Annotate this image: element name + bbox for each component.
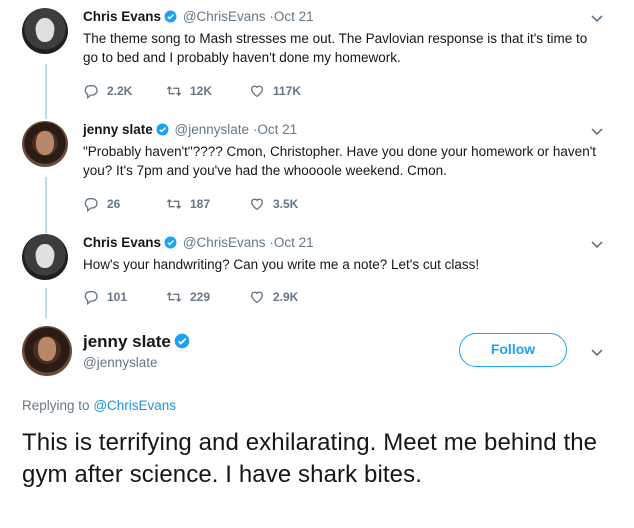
avatar[interactable] [22,8,68,54]
author-name[interactable]: jenny slate [83,332,171,351]
like-icon [250,198,264,211]
verified-badge-icon [164,236,177,249]
like-icon [250,291,264,304]
reply-button[interactable]: 26 [83,196,121,213]
retweet-count: 229 [190,290,211,304]
replying-to: Replying to @ChrisEvans [22,398,176,413]
reply-icon [84,85,98,100]
retweet-count: 187 [190,197,211,211]
retweet-button[interactable]: 187 [166,196,210,212]
main-tweet-text: This is terrifying and exhilarating. Mee… [22,429,598,488]
avatar[interactable] [22,326,72,376]
avatar[interactable] [22,234,68,280]
retweet-button[interactable]: 12K [166,83,212,99]
tweet-text: The theme song to Mash stresses me out. … [83,31,588,65]
retweet-count: 12K [190,84,213,98]
author-name[interactable]: Chris Evans [83,9,161,24]
like-count: 117K [273,84,302,98]
reply-icon [84,198,98,213]
like-button[interactable]: 2.9K [249,289,298,305]
verified-badge-icon [174,333,190,349]
avatar[interactable] [22,121,68,167]
chevron-down-icon[interactable] [590,240,604,250]
verified-badge-icon [164,10,177,23]
tweet-text: How's your handwriting? Can you write me… [83,257,480,272]
tweet-date[interactable]: Oct 21 [257,122,297,137]
like-button[interactable]: 3.5K [249,196,298,212]
verified-badge-icon [156,123,169,136]
tweet-text: "Probably haven't"???? Cmon, Christopher… [83,144,597,178]
reply-count: 101 [107,290,128,304]
like-button[interactable]: 117K [249,83,301,99]
chevron-down-icon[interactable] [590,14,604,24]
tweet-date[interactable]: Oct 21 [274,235,314,250]
retweet-button[interactable]: 229 [166,289,210,305]
follow-button[interactable]: Follow [459,333,567,367]
like-count: 3.5K [273,197,299,211]
replying-prefix: Replying to [22,398,90,413]
tweet-header: Chris Evans @ChrisEvans ·Oct 21 [83,234,603,252]
replying-mention-link[interactable]: @ChrisEvans [93,398,176,413]
reply-count: 2.2K [107,84,133,98]
author-name[interactable]: Chris Evans [83,235,161,250]
reply-icon [84,291,98,306]
retweet-icon [166,199,182,209]
tweet-header: Chris Evans @ChrisEvans ·Oct 21 [83,8,603,26]
retweet-icon [166,86,182,96]
reply-button[interactable]: 2.2K [83,83,133,100]
chevron-down-icon[interactable] [590,348,604,358]
tweet-header: jenny slate @jennyslate ·Oct 21 [83,121,603,139]
reply-button[interactable]: 101 [83,289,128,306]
reply-count: 26 [107,197,121,211]
like-count: 2.9K [273,290,299,304]
author-handle[interactable]: @ChrisEvans [183,9,266,24]
author-name[interactable]: jenny slate [83,122,153,137]
tweet-date[interactable]: Oct 21 [274,9,314,24]
author-handle[interactable]: @ChrisEvans [183,235,266,250]
like-icon [250,85,264,98]
author-handle[interactable]: @jennyslate [175,122,250,137]
retweet-icon [166,292,182,302]
chevron-down-icon[interactable] [590,127,604,137]
